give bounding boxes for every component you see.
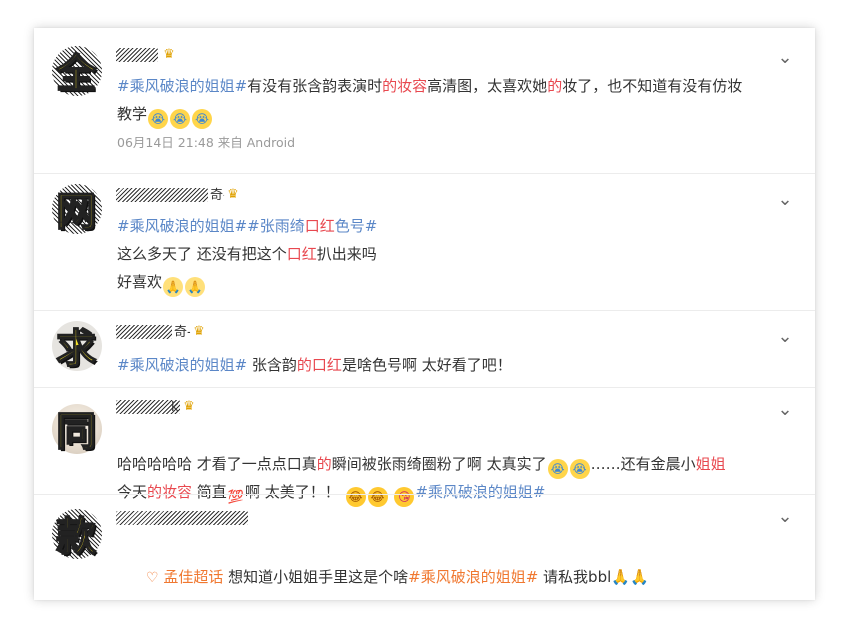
username-redacted[interactable] <box>116 325 172 339</box>
highlight-segment: 的 <box>547 77 563 95</box>
text-segment: 高清图，太喜欢她 <box>427 77 548 95</box>
highlight-segment: 的口红 <box>296 356 342 374</box>
highlight-segment: 的妆容 <box>382 77 428 95</box>
chevron-down-icon[interactable]: ⌄ <box>777 191 793 209</box>
highlight-segment: 姐姐 <box>695 455 726 473</box>
stamp-character: 全 <box>55 51 97 97</box>
username-tail: 奇- <box>174 325 192 340</box>
text-segment: 妆了，也不知道有没有仿妆 <box>562 77 743 95</box>
cry-emoji-icon: 😭 <box>170 109 191 129</box>
post-3: 求 奇- ♛ ⌄ #乘风破浪的姐姐# 张含韵的口红是啥色号啊 太好看了吧！ <box>34 311 815 387</box>
highlight-segment: 的 <box>316 455 332 473</box>
cry-emoji-icon: 😭 <box>192 109 213 129</box>
weibo-comment-card: 全 ♛ ⌄ #乘风破浪的姐姐#有没有张含韵表演时的妆容高清图，太喜欢她的妆了，也… <box>34 28 815 600</box>
chevron-down-icon[interactable]: ⌄ <box>777 508 793 526</box>
hashtag-link[interactable]: #乘风破浪的姐姐# <box>117 77 247 95</box>
username-redacted[interactable] <box>116 511 248 525</box>
super-topic-icon: ♡ <box>146 570 159 586</box>
text-segment: 有没有张含韵表演时 <box>247 77 383 95</box>
chevron-down-icon[interactable]: ⌄ <box>777 401 793 419</box>
text-segment: 想知道小姐姐手里这是个啥 <box>223 568 409 586</box>
cry-emoji-icon: 😭 <box>547 459 568 479</box>
hashtag-link[interactable]: #乘风破浪的姐姐# <box>117 217 247 235</box>
text-segment: 哈哈哈哈哈 才看了一点点口真 <box>117 455 317 473</box>
username-tail: k <box>171 400 179 415</box>
pray-emoji-icon: 🙏 <box>163 277 184 297</box>
post-text-line-1: 哈哈哈哈哈 才看了一点点口真的瞬间被张雨绮圈粉了啊 太真实了 😭 😭 ……还有金晨小姐… <box>117 450 726 479</box>
text-segment: 扒出来吗 <box>316 245 377 263</box>
pray-hands-icon: 🙏🙏 <box>611 568 649 586</box>
pray-emoji-icon: 🙏 <box>185 277 206 297</box>
post-text-line-1: #乘风破浪的姐姐#有没有张含韵表演时的妆容高清图，太喜欢她的妆了，也不知道有没有… <box>117 72 742 100</box>
post-text-line-3: 好喜欢 🙏 🙏 <box>117 268 206 297</box>
highlight-segment: 口红 <box>286 245 317 263</box>
stamp-character: 款 <box>55 514 97 560</box>
chevron-down-icon[interactable]: ⌄ <box>777 328 793 346</box>
crown-icon: ♛ <box>160 46 178 64</box>
crown-icon: ♛ <box>180 398 198 416</box>
post-text: #乘风破浪的姐姐# 张含韵的口红是啥色号啊 太好看了吧！ <box>117 351 512 379</box>
post-text-line-1: #乘风破浪的姐姐##张雨绮口红色号# <box>117 212 377 240</box>
text-segment: 张含韵 <box>247 356 297 374</box>
text-segment: ……还有金晨小 <box>590 455 696 473</box>
text-segment: 教学 <box>117 105 148 123</box>
stamp-character: 求 <box>55 326 97 372</box>
super-topic-link[interactable]: 孟佳超话 <box>163 568 223 586</box>
text-segment: 这么多天了 还没有把这个 <box>117 245 287 263</box>
stamp-character: 同 <box>55 409 97 455</box>
hashtag-link[interactable]: #乘风破浪的姐姐# <box>117 356 247 374</box>
post-meta: 06月14日 21:48 来自 Android <box>117 135 296 150</box>
cry-emoji-icon: 😭 <box>148 109 169 129</box>
hashtag-link[interactable]: #乘风破浪的姐姐# <box>408 568 538 586</box>
post-text: ♡ 孟佳超话 想知道小姐姐手里这是个啥#乘风破浪的姐姐# 请私我bbl🙏🙏 <box>146 563 649 592</box>
crown-icon: ♛ <box>190 323 208 341</box>
text-segment: 是啥色号啊 太好看了吧！ <box>341 356 512 374</box>
text-segment: 瞬间被张雨绮圈粉了啊 太真实了 <box>331 455 547 473</box>
chevron-down-icon[interactable]: ⌄ <box>777 49 793 67</box>
cry-emoji-icon: 😭 <box>569 459 590 479</box>
hashtag-link[interactable]: #张雨绮 <box>247 217 305 235</box>
username-redacted[interactable] <box>116 48 158 62</box>
post-5: 款 ⌄ ♡ 孟佳超话 想知道小姐姐手里这是个啥#乘风破浪的姐姐# 请私我bbl🙏… <box>34 495 815 600</box>
text-segment: 好喜欢 <box>117 273 163 291</box>
crown-icon: ♛ <box>224 186 242 204</box>
username-redacted[interactable] <box>116 188 208 202</box>
highlight-segment: 口红 <box>304 217 335 235</box>
stamp-character: 网 <box>55 189 97 235</box>
post-1: 全 ♛ ⌄ #乘风破浪的姐姐#有没有张含韵表演时的妆容高清图，太喜欢她的妆了，也… <box>34 28 815 173</box>
hashtag-link[interactable]: 色号# <box>335 217 378 235</box>
post-text-line-2: 这么多天了 还没有把这个口红扒出来吗 <box>117 240 377 268</box>
text-segment: 请私我bbl <box>538 568 612 586</box>
post-2: 网 奇- ♛ ⌄ #乘风破浪的姐姐##张雨绮口红色号# 这么多天了 还没有把这个… <box>34 174 815 309</box>
post-text-line-2: 教学 😭 😭 😭 <box>117 100 213 129</box>
post-4: 同 k ♛ ⌄ 哈哈哈哈哈 才看了一点点口真的瞬间被张雨绮圈粉了啊 太真实了 😭 😭… <box>34 388 815 507</box>
